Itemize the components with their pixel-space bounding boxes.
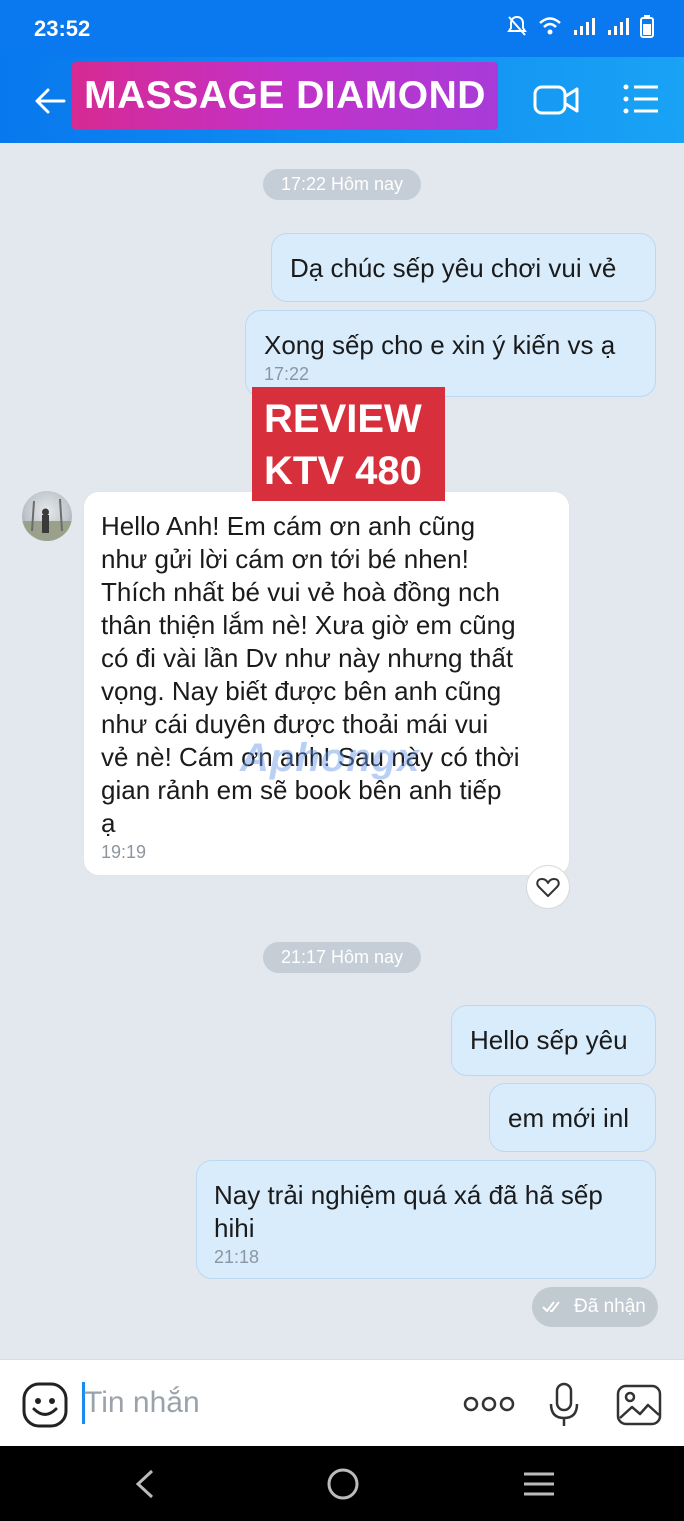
review-badge-line1: REVIEW — [264, 397, 422, 441]
message-outgoing[interactable]: Dạ chúc sếp yêu chơi vui vẻ — [271, 233, 656, 302]
message-outgoing[interactable]: em mới inl — [489, 1083, 656, 1152]
date-divider: 21:17 Hôm nay — [262, 942, 422, 973]
message-time: 17:22 — [264, 364, 310, 384]
battery-icon — [640, 15, 654, 38]
chat-title[interactable]: MASSAGE DIAMOND — [72, 62, 498, 130]
watermark: Aphongx — [240, 736, 421, 780]
message-line: ạ — [101, 808, 116, 838]
message-text: em mới inl — [508, 1103, 630, 1133]
message-input-bar: Tin nhắn — [0, 1359, 684, 1447]
mute-icon — [507, 15, 527, 36]
avatar[interactable] — [22, 491, 72, 541]
message-outgoing[interactable]: Xong sếp cho e xin ý kiến vs ạ 17:22 — [245, 310, 656, 397]
message-line: Thích nhất bé vui vẻ hoà đồng nch — [101, 577, 500, 607]
message-line: hihi — [214, 1213, 255, 1243]
nav-home-icon[interactable] — [326, 1467, 360, 1501]
message-line: vọng. Nay biết được bên anh cũng — [101, 676, 502, 706]
image-icon[interactable] — [616, 1384, 662, 1426]
status-bar: 23:52 — [0, 0, 684, 57]
menu-list-icon[interactable] — [622, 81, 660, 117]
message-line: Hello Anh! Em cám ơn anh cũng — [101, 511, 476, 541]
review-badge-line2: KTV 480 — [264, 449, 422, 493]
message-incoming[interactable]: Hello Anh! Em cám ơn anh cũng như gửi lờ… — [83, 491, 570, 876]
status-icons — [506, 14, 654, 38]
emoji-icon[interactable] — [22, 1382, 68, 1428]
system-nav-bar — [0, 1446, 684, 1521]
delivery-status-text: Đã nhận — [574, 1296, 646, 1317]
message-outgoing[interactable]: Nay trải nghiệm quá xá đã hã sếp hihi 21… — [196, 1160, 656, 1279]
message-text: Xong sếp cho e xin ý kiến vs ạ — [264, 330, 616, 360]
message-time: 19:19 — [101, 842, 147, 862]
avatar-image — [22, 498, 72, 541]
message-line: Nay trải nghiệm quá xá đã hã sếp — [214, 1180, 603, 1210]
signal-icon — [574, 18, 595, 35]
more-icon[interactable] — [463, 1394, 515, 1414]
video-call-icon[interactable] — [532, 81, 580, 119]
nav-recents-icon[interactable] — [522, 1470, 556, 1498]
wifi-icon — [539, 17, 561, 35]
signal-icon-2 — [608, 18, 629, 35]
date-divider: 17:22 Hôm nay — [262, 169, 422, 200]
message-line: như gửi lời cám ơn tới bé nhen! — [101, 544, 469, 574]
message-outgoing[interactable]: Hello sếp yêu — [451, 1005, 656, 1076]
message-text: Hello sếp yêu — [470, 1025, 628, 1055]
back-arrow-icon[interactable] — [30, 81, 70, 121]
status-time: 23:52 — [34, 16, 91, 41]
double-check-icon — [542, 1301, 560, 1313]
message-input[interactable]: Tin nhắn — [84, 1386, 200, 1420]
message-text: Dạ chúc sếp yêu chơi vui vẻ — [290, 253, 617, 283]
nav-back-icon[interactable] — [130, 1468, 160, 1500]
message-line: có đi vài lần Dv như này nhưng thất — [101, 643, 514, 673]
message-line: thân thiện lắm nè! Xưa giờ em cũng — [101, 610, 516, 640]
delivery-status: Đã nhận — [532, 1287, 658, 1327]
heart-icon[interactable] — [526, 865, 570, 909]
chat-header: MASSAGE DIAMOND — [0, 57, 684, 143]
review-badge: REVIEW KTV 480 — [252, 387, 445, 501]
microphone-icon[interactable] — [548, 1382, 580, 1428]
message-time: 21:18 — [214, 1247, 260, 1267]
